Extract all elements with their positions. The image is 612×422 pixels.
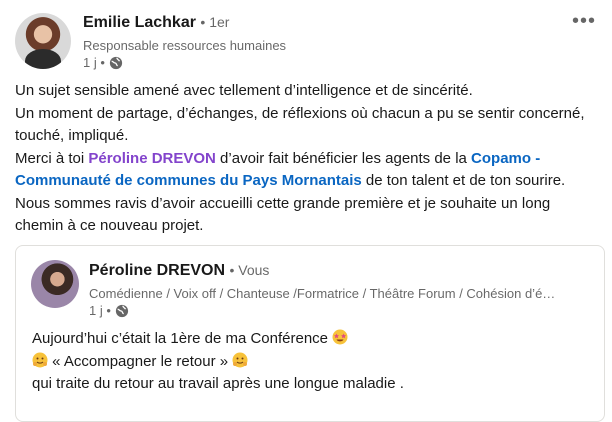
post-text-line: Nous sommes ravis d’avoir accueilli cett… [15, 194, 551, 235]
author-headline: Responsable ressources humaines [83, 38, 287, 53]
shared-post-text: Aujourd’hui c’était la 1ère de ma Confér… [32, 328, 592, 396]
shared-text-line: « Accompagner le retour » [32, 351, 592, 374]
shared-author-name[interactable]: Péroline DREVON [89, 262, 225, 279]
hugging-emoji-icon [232, 352, 248, 367]
post-text-fragment: d’avoir fait bénéficier les agents de la [215, 149, 472, 167]
post-menu-button[interactable]: ••• [572, 10, 596, 33]
connection-degree: • 1er [200, 14, 230, 30]
author-avatar[interactable] [15, 13, 71, 69]
shared-text-line: qui traite du retour au travail après un… [32, 375, 404, 392]
shared-post-card[interactable]: Péroline DREVON • Vous Comédienne / Voix… [15, 245, 605, 422]
post-text-fragment: de ton talent et de ton sourire. [361, 172, 566, 189]
shared-post-time[interactable]: 1 j • [89, 303, 111, 318]
post-meta: 1 j • [83, 55, 123, 70]
mention-link[interactable]: Péroline DREVON [88, 150, 216, 167]
shared-author-headline: Comédienne / Voix off / Chanteuse /Forma… [89, 286, 556, 301]
shared-post-meta: 1 j • [89, 303, 129, 318]
shared-text-fragment: Aujourd’hui c’était la 1ère de ma Confér… [32, 330, 329, 347]
globe-icon [109, 56, 123, 69]
star-struck-emoji-icon [332, 329, 348, 345]
post-text: Un sujet sensible amené avec tellement d… [15, 80, 600, 238]
hugging-emoji-icon [32, 352, 48, 367]
post-text-fragment: Merci à toi [15, 149, 89, 167]
shared-text-fragment: « Accompagner le retour » [52, 352, 229, 370]
post-text-line: Merci à toi Péroline DREVON d’avoir fait… [15, 148, 600, 193]
post-text-line: Un moment de partage, d’échanges, de réf… [15, 104, 585, 145]
author-row: Emilie Lachkar • 1er [83, 14, 229, 32]
globe-icon [115, 304, 129, 317]
post-time[interactable]: 1 j • [83, 55, 105, 70]
feed-post: Emilie Lachkar • 1er Responsable ressour… [0, 0, 612, 422]
shared-author-avatar[interactable] [31, 260, 79, 308]
post-text-line: Un sujet sensible amené avec tellement d… [15, 82, 473, 99]
author-name[interactable]: Emilie Lachkar [83, 14, 196, 31]
shared-author-row: Péroline DREVON • Vous [89, 262, 269, 280]
shared-text-line: Aujourd’hui c’était la 1ère de ma Confér… [32, 328, 592, 351]
you-badge: • Vous [229, 262, 270, 278]
